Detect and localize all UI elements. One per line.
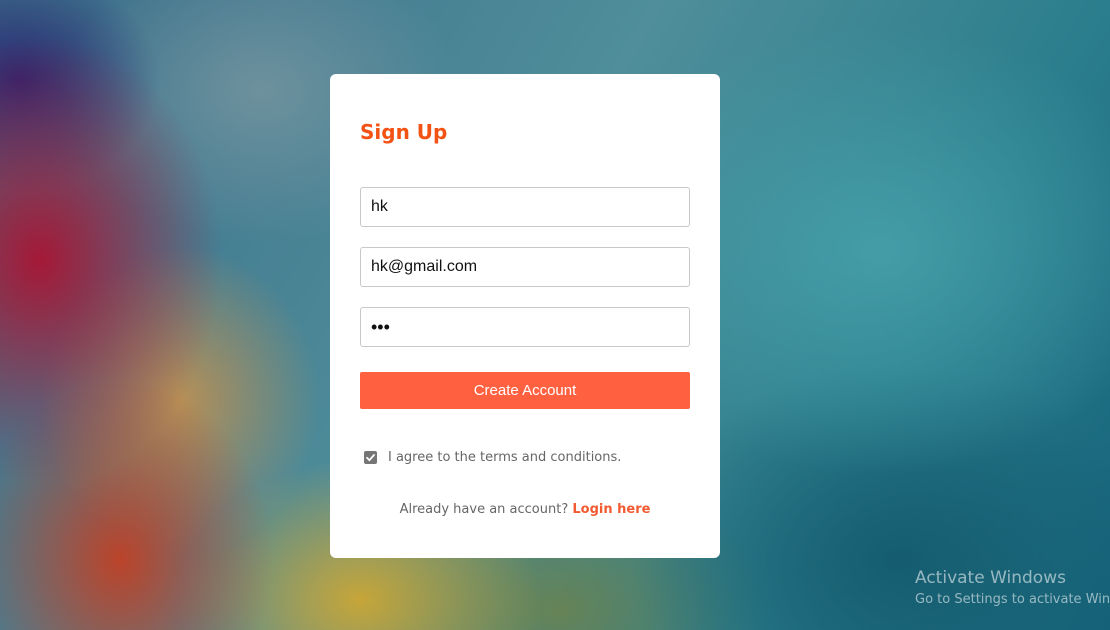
create-account-button[interactable]: Create Account xyxy=(360,372,690,409)
login-prompt-text: Already have an account? xyxy=(399,502,573,517)
watermark-subtitle: Go to Settings to activate Windows. xyxy=(915,592,1110,607)
login-prompt: Already have an account? Login here xyxy=(330,502,720,517)
email-input[interactable] xyxy=(360,247,690,287)
name-input[interactable] xyxy=(360,187,690,227)
watermark-title: Activate Windows xyxy=(915,568,1066,588)
password-input[interactable] xyxy=(360,307,690,347)
signup-card: Sign Up Create Account I agree to the te… xyxy=(330,74,720,558)
terms-checkbox[interactable] xyxy=(364,451,377,464)
page-title: Sign Up xyxy=(360,120,448,144)
terms-label: I agree to the terms and conditions. xyxy=(388,450,622,465)
terms-row: I agree to the terms and conditions. xyxy=(364,450,621,465)
login-link[interactable]: Login here xyxy=(572,502,650,517)
check-icon xyxy=(366,454,375,462)
activate-windows-watermark: Activate Windows Go to Settings to activ… xyxy=(915,568,1110,607)
